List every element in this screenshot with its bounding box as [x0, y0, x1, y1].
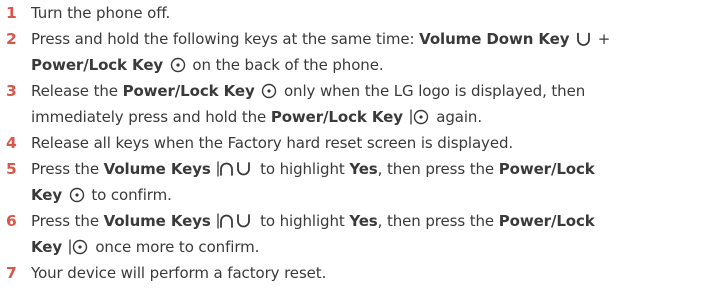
step-line: Key once more to confirm.: [31, 234, 696, 260]
step-3: 3 Release the Power/Lock Key only when th…: [6, 78, 696, 130]
instruction-text: Press the: [31, 160, 104, 178]
step-text: Your device will perform a factory reset…: [31, 260, 696, 286]
power-lock-key-bar-icon: [409, 109, 430, 125]
instruction-text: [569, 30, 574, 48]
key-name: Key: [31, 186, 63, 204]
instruction-text: Release the: [31, 82, 123, 100]
step-text: Release the Power/Lock Key only when the…: [31, 78, 696, 130]
step-2: 2 Press and hold the following keys at th…: [6, 26, 696, 78]
step-text: Turn the phone off.: [31, 0, 696, 26]
step-text: Press and hold the following keys at the…: [31, 26, 696, 78]
step-number: 4: [6, 134, 17, 152]
key-name: Volume Down Key: [419, 30, 570, 48]
instruction-text: +: [593, 30, 611, 48]
instruction-text: Press the: [31, 212, 104, 230]
step-1: 1 Turn the phone off.: [6, 0, 696, 26]
step-7: 7 Your device will perform a factory rese…: [6, 260, 696, 286]
key-name: Power/Lock Key: [122, 82, 255, 100]
volume-down-key-icon: [576, 32, 591, 47]
instruction-text: to confirm.: [86, 186, 172, 204]
instruction-text: [62, 238, 67, 256]
instruction-text: [211, 212, 216, 230]
step-number: 1: [6, 4, 17, 22]
step-line: Power/Lock Key on the back of the phone.: [31, 52, 696, 78]
step-line: Release the Power/Lock Key only when the…: [31, 78, 696, 104]
instruction-text: [62, 186, 67, 204]
instruction-text: once more to confirm.: [90, 238, 260, 256]
step-4: 4 Release all keys when the Factory hard …: [6, 130, 696, 156]
instruction-text: Press and hold the following keys at the…: [31, 30, 420, 48]
instruction-text: Your device will perform a factory reset…: [31, 264, 327, 282]
step-text: Press the Volume Keys to highlight Yes, …: [31, 156, 696, 208]
instruction-text: only when the LG logo is displayed, then: [279, 82, 586, 100]
instruction-text: , then press the: [377, 160, 499, 178]
step-line: Turn the phone off.: [31, 0, 696, 26]
power-lock-key-bar-icon: [69, 239, 89, 255]
key-name: Power/Lock Key: [270, 108, 403, 126]
key-name: Yes: [349, 160, 378, 178]
step-line: immediately press and hold the Power/Loc…: [31, 104, 696, 130]
power-lock-key-icon: [170, 57, 186, 73]
volume-keys-icon: [217, 213, 253, 229]
instruction-text: immediately press and hold the: [31, 108, 271, 126]
instruction-text: [403, 108, 408, 126]
step-number: 6: [6, 212, 17, 230]
instruction-text: [255, 82, 260, 100]
instruction-text: [163, 56, 168, 74]
key-name: Volume Keys: [103, 160, 211, 178]
step-number: 2: [6, 30, 17, 48]
key-name: Power/Lock: [498, 212, 595, 230]
instruction-text: to highlight: [255, 212, 350, 230]
step-line: Press and hold the following keys at the…: [31, 26, 696, 52]
factory-reset-instructions: 1 Turn the phone off. 2 Press and hold the …: [6, 0, 696, 286]
step-6: 6 Press the Volume Keys to highlight Yes,…: [6, 208, 696, 260]
instruction-text: Turn the phone off.: [31, 4, 171, 22]
step-number: 7: [6, 264, 17, 282]
key-name: Yes: [349, 212, 378, 230]
step-line: Press the Volume Keys to highlight Yes, …: [31, 208, 696, 234]
instruction-text: to highlight: [255, 160, 350, 178]
step-line: Your device will perform a factory reset…: [31, 260, 696, 286]
key-name: Key: [31, 238, 63, 256]
instruction-text: again.: [431, 108, 482, 126]
power-lock-key-icon: [69, 187, 85, 203]
key-name: Power/Lock: [498, 160, 595, 178]
step-number: 5: [6, 160, 17, 178]
step-line: Press the Volume Keys to highlight Yes, …: [31, 156, 696, 182]
power-lock-key-icon: [261, 83, 277, 99]
volume-keys-icon: [217, 161, 253, 177]
key-name: Volume Keys: [103, 212, 211, 230]
step-line: Key to confirm.: [31, 182, 696, 208]
instruction-text: [211, 160, 216, 178]
step-text: Press the Volume Keys to highlight Yes, …: [31, 208, 696, 260]
step-5: 5 Press the Volume Keys to highlight Yes,…: [6, 156, 696, 208]
step-text: Release all keys when the Factory hard r…: [31, 130, 696, 156]
step-number: 3: [6, 82, 17, 100]
key-name: Power/Lock Key: [31, 56, 164, 74]
instruction-text: Release all keys when the Factory hard r…: [31, 134, 514, 152]
instruction-text: on the back of the phone.: [187, 56, 384, 74]
step-line: Release all keys when the Factory hard r…: [31, 130, 696, 156]
instruction-text: , then press the: [377, 212, 499, 230]
